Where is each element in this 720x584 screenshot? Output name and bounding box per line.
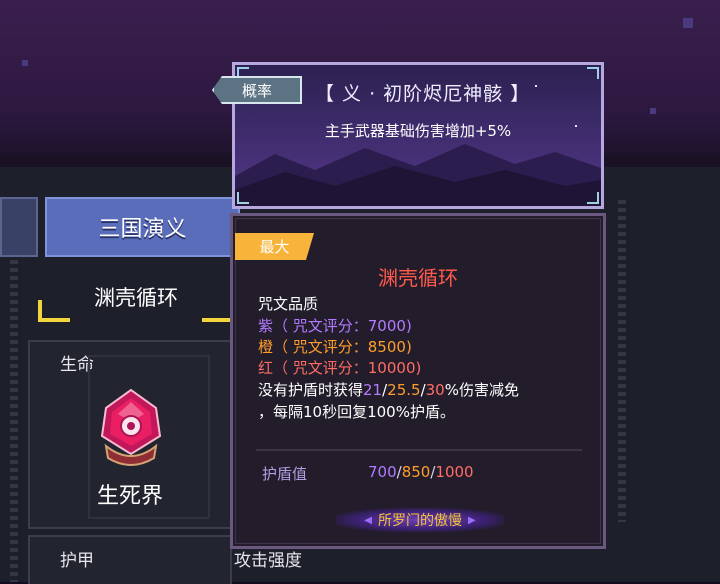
effect-line-1: 没有护盾时获得21/25.5/30%伤害减免: [258, 379, 519, 400]
set-name-selector[interactable]: 渊壳循环: [38, 270, 234, 322]
shield-value-label: 护盾值: [262, 465, 308, 483]
pixel-border-left: [10, 260, 18, 582]
mountains-decoration: [235, 144, 601, 206]
corner-decoration: [587, 67, 599, 79]
star-decoration: [535, 85, 537, 87]
banner-title: 【 义 · 初阶烬厄神骸 】: [315, 83, 531, 105]
tier-purple: 紫（ 咒文评分：7000): [258, 317, 412, 335]
set-link-label: 所罗门的傲慢: [378, 513, 462, 529]
card-divider: [256, 449, 582, 451]
shield-value-orange: 850: [401, 463, 431, 481]
tab-previous[interactable]: [0, 197, 38, 257]
tab-sanguo-yanyi[interactable]: 三国演义: [45, 197, 240, 257]
stats-panel-lower: [28, 535, 232, 584]
effect-prefix: 没有护盾时获得: [258, 381, 364, 399]
set-link-button[interactable]: ◀ 所罗门的傲慢 ▶: [336, 508, 504, 532]
quality-title: 咒文品质: [258, 295, 319, 313]
tier-red: 红（ 咒文评分：10000): [258, 359, 422, 377]
shield-values: 700/850/1000: [368, 463, 474, 481]
sparkle-decoration: [22, 60, 28, 66]
probability-tag: 概率: [212, 76, 302, 104]
banner-description: 主手武器基础伤害增加+5%: [324, 122, 512, 140]
set-name-label: 渊壳循环: [94, 286, 178, 310]
max-badge: 最大: [235, 233, 314, 260]
arrow-right-icon: ▶: [468, 514, 476, 526]
effect-line-2: ，每隔10秒回复100%护盾。: [258, 403, 455, 421]
effect-value-orange: 25.5: [387, 381, 421, 399]
effect-value-red: 30: [425, 381, 445, 399]
effect-value-purple: 21: [363, 381, 383, 399]
corner-decoration: [237, 192, 249, 204]
corner-decoration: [587, 192, 599, 204]
pixel-border-right: [618, 200, 626, 522]
attack-strength-label: 攻击强度: [234, 551, 302, 571]
tier-orange: 橙（ 咒文评分：8500): [258, 338, 412, 356]
gem-crystal-icon[interactable]: [96, 388, 166, 468]
item-name: 生死界: [96, 484, 163, 509]
rune-name: 渊壳循环: [378, 266, 458, 290]
sparkle-decoration: [650, 108, 656, 114]
arrow-left-icon: ◀: [364, 514, 372, 526]
sparkle-decoration: [683, 18, 693, 28]
effect-suffix: %伤害减免: [444, 381, 519, 399]
armor-label: 护甲: [60, 551, 94, 571]
shield-value-red: 1000: [435, 463, 474, 481]
shield-value-purple: 700: [368, 463, 397, 481]
